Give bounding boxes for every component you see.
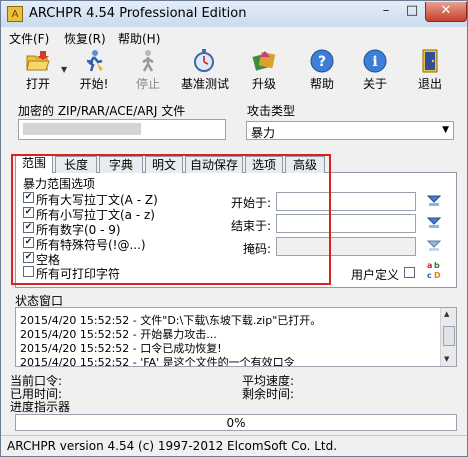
minimize-button[interactable]: – [373,2,399,21]
toolbar: 打开 ▼ 开始! 停止 基准测试 升级 ? 帮助 i 关于 退出 [1,47,467,95]
start-runner-icon [86,50,103,72]
menu-recovery[interactable]: 恢复(R) [64,30,106,47]
attack-type-value: 暴力 [251,126,276,140]
open-folder-icon [26,51,50,71]
svg-text:a: a [427,261,432,270]
scroll-thumb[interactable] [443,326,455,346]
progress-percent: 0% [226,416,246,430]
version-info: ARCHPR version 4.54 (c) 1997-2012 ElcomS… [7,439,338,453]
user-defined-label: 用户定义 [351,268,400,282]
archpr-app-icon: A [7,6,23,22]
help-button[interactable]: ? 帮助 [299,49,345,93]
close-button[interactable]: ✕ [425,2,467,22]
menu-bar: 文件(F) 恢复(R) 帮助(H) [1,28,467,46]
scroll-down-icon[interactable]: ▼ [444,355,449,363]
chevron-down-icon: ▼ [442,125,449,135]
user-defined-checkbox[interactable] [404,267,415,278]
scroll-up-icon[interactable]: ▲ [444,310,449,318]
start-label: 开始! [79,77,109,91]
stop-label: 停止 [135,77,160,91]
end-at-picker-icon[interactable] [426,216,442,230]
exit-door-icon [422,49,438,73]
remaining-time-label: 剩余时间: [242,387,295,401]
title-bar[interactable]: A ARCHPR 4.54 Professional Edition – □ ✕ [1,1,467,27]
log-scrollbar[interactable]: ▲ ▼ [440,308,456,366]
start-from-picker-icon[interactable] [426,194,442,208]
window-title: ARCHPR 4.54 Professional Edition [29,6,247,21]
upgrade-icon [252,51,276,71]
benchmark-label: 基准测试 [181,77,230,91]
start-button[interactable]: 开始! [71,49,117,93]
menu-help[interactable]: 帮助(H) [118,30,160,47]
status-bar: ARCHPR version 4.54 (c) 1997-2012 ElcomS… [1,435,467,456]
about-label: 关于 [362,77,387,91]
svg-text:?: ? [318,54,326,70]
app-window: A ARCHPR 4.54 Professional Edition – □ ✕… [0,0,468,457]
upgrade-label: 升级 [251,77,276,91]
stop-runner-icon [142,50,154,72]
encrypted-file-label: 加密的 ZIP/RAR/ACE/ARJ 文件 [18,104,186,118]
svg-text:D: D [434,271,441,280]
stopwatch-icon [194,49,214,72]
svg-text:i: i [372,54,377,70]
progress-bar: 0% [15,414,457,431]
open-label: 打开 [25,77,50,91]
mask-picker-icon[interactable] [426,239,442,253]
svg-text:b: b [434,261,440,270]
svg-text:c: c [427,271,432,280]
charset-abc-icon[interactable]: a b c D [426,259,442,281]
progress-indicator-label: 进度指示器 [10,400,71,414]
stop-button[interactable]: 停止 [125,49,171,93]
encrypted-file-input[interactable] [18,119,226,140]
exit-button[interactable]: 退出 [407,49,453,93]
open-button[interactable]: 打开 [15,49,61,93]
about-button[interactable]: i 关于 [352,49,398,93]
blurred-file-path [23,123,141,135]
benchmark-button[interactable]: 基准测试 [181,49,230,93]
status-log[interactable]: 2015/4/20 15:52:52 - 文件"D:\下载\东坡下载.zip"已… [15,307,457,367]
attack-type-select[interactable]: 暴力 ▼ [246,121,454,140]
help-label: 帮助 [309,77,334,91]
attack-type-label: 攻击类型 [247,104,296,118]
maximize-button[interactable]: □ [399,2,425,21]
log-line: 2015/4/20 15:52:52 - 'FA' 是这个文件的一个有效口令 [20,356,295,367]
info-icon: i [363,49,387,73]
upgrade-button[interactable]: 升级 [241,49,287,93]
exit-label: 退出 [417,77,442,91]
open-dropdown-arrow[interactable]: ▼ [61,65,67,74]
help-icon: ? [310,49,334,73]
menu-file[interactable]: 文件(F) [9,30,49,47]
range-tab-highlight [11,154,331,285]
